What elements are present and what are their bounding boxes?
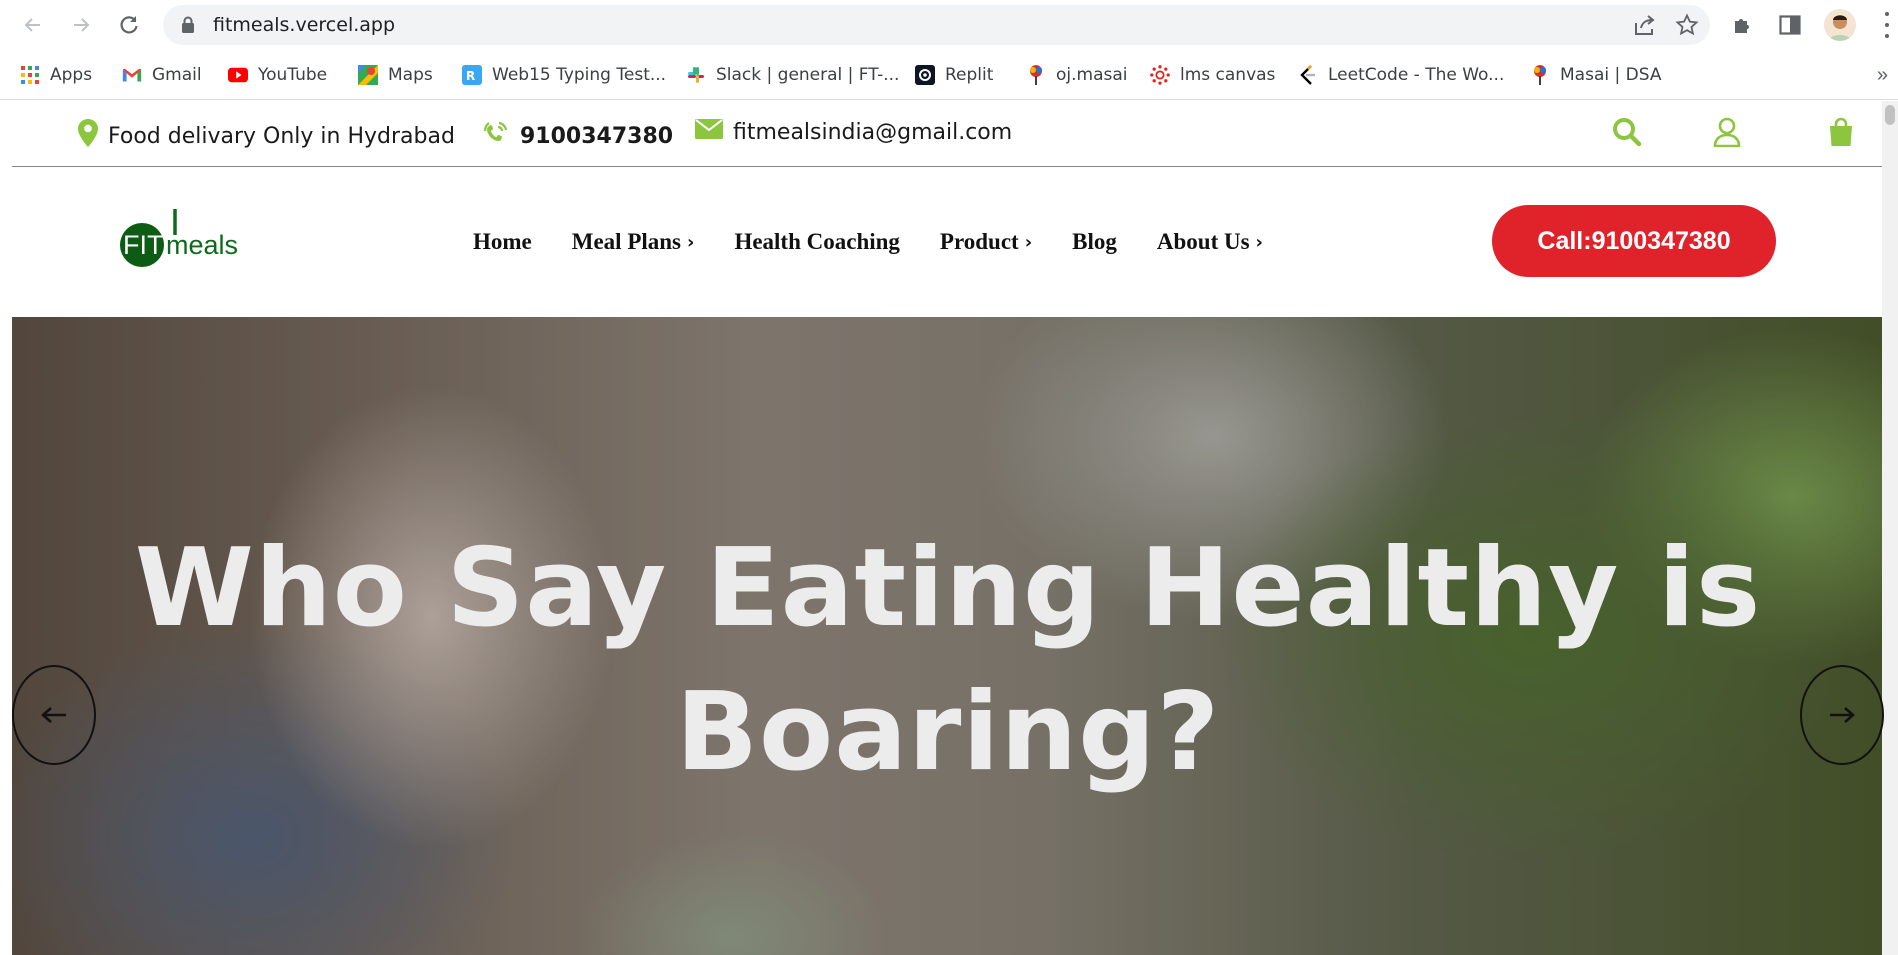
bookmark-oj-masai[interactable]: oj.masai <box>1026 62 1128 88</box>
browser-toolbar: fitmeals.vercel.app <box>0 0 1898 50</box>
lock-icon <box>181 16 195 39</box>
masai-icon <box>1026 65 1046 85</box>
back-arrow-icon <box>24 18 40 32</box>
bookmark-label: lms canvas <box>1180 65 1276 85</box>
bookmark-label: Masai | DSA <box>1560 65 1662 85</box>
web-page: Food delivary Only in Hydrabad 910034738… <box>0 101 1898 955</box>
phone-icon <box>482 119 510 153</box>
bookmark-label: Slack | general | FT-... <box>716 65 900 85</box>
menu-about-us[interactable]: About Us › <box>1157 229 1263 255</box>
canvas-icon <box>1150 65 1170 85</box>
bookmark-replit[interactable]: Replit <box>915 62 993 88</box>
menu-label: Home <box>473 229 532 254</box>
menu-label: Meal Plans <box>571 229 682 254</box>
call-button[interactable]: Call:9100347380 <box>1492 205 1776 277</box>
profile-avatar[interactable] <box>1824 9 1856 41</box>
bookmark-label: Gmail <box>152 65 202 85</box>
envelope-icon <box>695 119 723 145</box>
menu-label: Health Coaching <box>734 229 900 254</box>
bookmark-label: LeetCode - The Wo... <box>1328 65 1505 85</box>
slack-icon <box>686 65 706 85</box>
bookmark-youtube[interactable]: YouTube <box>228 62 327 88</box>
reload-icon <box>120 16 138 34</box>
back-button[interactable] <box>16 8 50 42</box>
bookmark-gmail[interactable]: Gmail <box>122 62 202 88</box>
menu-blog[interactable]: Blog <box>1072 229 1117 255</box>
gmail-icon <box>122 65 142 85</box>
typing-test-icon: R <box>462 65 482 85</box>
svg-text:R: R <box>466 69 475 83</box>
phone-number: 9100347380 <box>520 123 674 149</box>
page-scrollbar[interactable] <box>1882 101 1898 955</box>
arrow-left-icon <box>41 707 66 723</box>
location-pin-icon <box>78 119 98 153</box>
extensions-puzzle-icon[interactable] <box>1728 10 1758 40</box>
bookmark-slack[interactable]: Slack | general | FT-... <box>686 62 899 88</box>
bookmark-label: Maps <box>388 65 433 85</box>
masai-icon <box>1530 65 1550 85</box>
chevron-right-icon: › <box>1024 231 1033 253</box>
address-bar[interactable]: fitmeals.vercel.app <box>163 5 1710 45</box>
bookmark-lms-canvas[interactable]: lms canvas <box>1150 62 1275 88</box>
email-address: fitmealsindia@gmail.com <box>733 119 1013 145</box>
menu-product[interactable]: Product › <box>940 229 1032 255</box>
bookmark-maps[interactable]: Maps <box>358 62 433 88</box>
hero-title: Who Say Eating Healthy is Boaring? <box>134 526 1762 795</box>
bookmark-apps[interactable]: Apps <box>20 62 92 88</box>
menu-home[interactable]: Home <box>473 229 532 255</box>
bookmark-label: oj.masai <box>1056 65 1128 85</box>
logo-fit-text: FIT <box>123 230 164 260</box>
carousel-prev-button[interactable] <box>12 665 96 765</box>
share-icon[interactable] <box>1631 13 1659 37</box>
phone-contact[interactable]: 9100347380 <box>482 119 673 153</box>
hero-carousel: Who Say Eating Healthy is Boaring? <box>12 317 1884 955</box>
shopping-bag-icon[interactable] <box>1824 115 1858 149</box>
side-panel-icon[interactable] <box>1775 10 1805 40</box>
replit-icon <box>915 65 935 85</box>
chevron-right-icon: › <box>687 231 695 253</box>
menu-label: About Us <box>1156 229 1250 254</box>
menu-health-coaching[interactable]: Health Coaching <box>734 229 899 255</box>
main-menu: Home Meal Plans › Health Coaching Product… <box>473 229 1303 255</box>
carousel-next-button[interactable] <box>1800 665 1884 765</box>
bookmark-label: Web15 Typing Test... <box>492 65 667 85</box>
logo-meals-text: meals <box>166 230 238 260</box>
bookmark-label: Apps <box>50 65 93 85</box>
arrow-right-icon <box>1830 707 1855 723</box>
apps-grid-icon <box>20 65 40 85</box>
browser-menu-icon[interactable] <box>1880 12 1894 38</box>
forward-button[interactable] <box>64 8 98 42</box>
bookmark-label: Replit <box>945 65 994 85</box>
search-icon[interactable] <box>1610 115 1644 149</box>
menu-label: Blog <box>1072 229 1117 254</box>
url-text: fitmeals.vercel.app <box>213 14 396 36</box>
leetcode-icon <box>1298 65 1318 85</box>
menu-meal-plans[interactable]: Meal Plans › <box>572 229 695 255</box>
bookmark-typing-test[interactable]: R Web15 Typing Test... <box>462 62 666 88</box>
chevron-right-icon: › <box>1255 231 1263 253</box>
site-header: FIT meals Home Meal Plans › Health Coachi… <box>0 167 1884 317</box>
bookmark-leetcode[interactable]: LeetCode - The Wo... <box>1298 62 1504 88</box>
bookmark-label: YouTube <box>258 65 328 85</box>
bookmark-masai-dsa[interactable]: Masai | DSA <box>1530 62 1661 88</box>
maps-icon <box>358 65 378 85</box>
reload-button[interactable] <box>112 8 146 42</box>
forward-arrow-icon <box>74 18 90 32</box>
youtube-icon <box>228 65 248 85</box>
fitmeals-logo[interactable]: FIT meals <box>120 207 240 269</box>
user-account-icon[interactable] <box>1710 115 1744 149</box>
delivery-location-text: Food delivary Only in Hydrabad <box>108 123 455 149</box>
email-contact[interactable]: fitmealsindia@gmail.com <box>695 119 1012 145</box>
contact-topbar: Food delivary Only in Hydrabad 910034738… <box>12 101 1884 167</box>
scrollbar-thumb[interactable] <box>1885 105 1895 125</box>
bookmarks-overflow-button[interactable]: » <box>1877 64 1888 87</box>
bookmark-star-icon[interactable] <box>1673 13 1701 37</box>
bookmarks-bar: Apps Gmail YouTube Maps R Web15 Typing T… <box>0 50 1898 100</box>
delivery-location: Food delivary Only in Hydrabad <box>78 119 455 153</box>
menu-label: Product <box>939 229 1019 254</box>
